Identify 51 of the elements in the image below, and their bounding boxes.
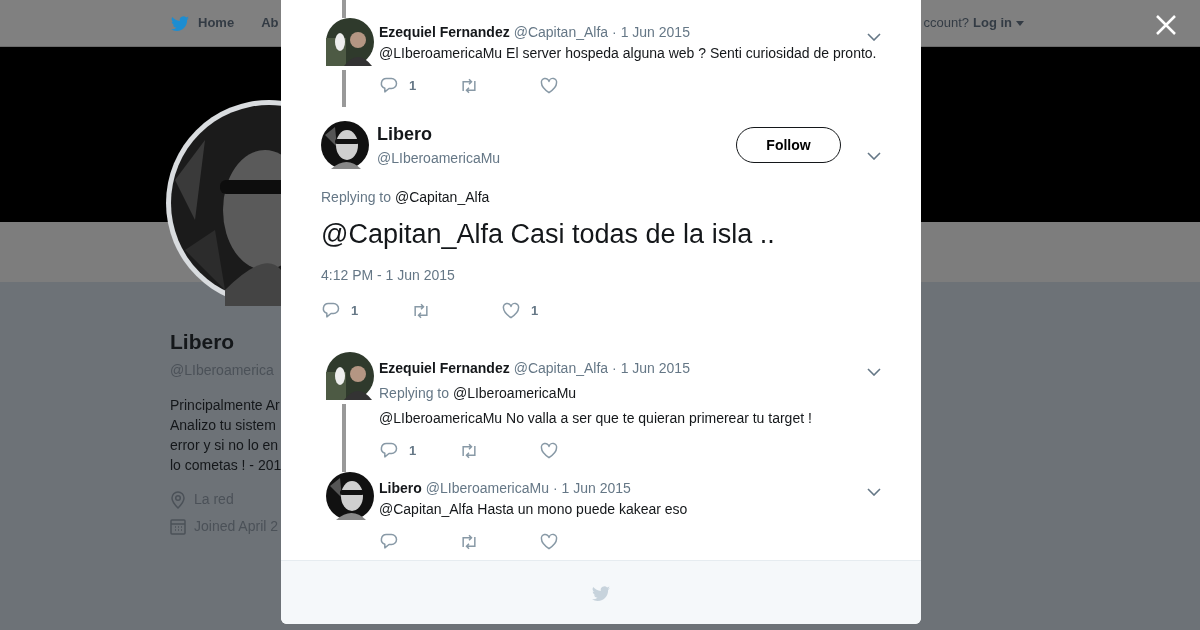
reply-icon <box>379 76 399 96</box>
bio-line: Analizo tu sistem <box>170 416 277 436</box>
bio-line: Principalmente Ar <box>170 396 281 416</box>
home-link[interactable]: Home <box>198 13 235 33</box>
bird-icon <box>170 14 190 32</box>
reply-button[interactable]: 1 <box>379 76 459 96</box>
account-prompt: ccount? <box>923 14 969 33</box>
author-handle: @LIberoamericaMu <box>377 149 501 168</box>
author-name: Libero <box>379 478 422 498</box>
reply-button[interactable]: 1 <box>321 300 411 321</box>
profile-name: Libero <box>170 329 235 355</box>
timestamp: 4:12 PM - 1 Jun 2015 <box>321 265 456 285</box>
login-link[interactable]: Log in <box>973 13 1024 33</box>
like-icon <box>539 531 559 552</box>
close-button[interactable] <box>1154 12 1178 37</box>
tweet-text: @Capitan_Alfa Casi todas de la isla .. <box>321 218 776 251</box>
bio-line: error y si no lo en <box>170 436 280 456</box>
bio-line: lo cometas ! - 201 <box>170 456 282 476</box>
replying-line: Replying to @Capitan_Alfa <box>321 188 491 207</box>
about-link[interactable]: Ab <box>261 13 279 33</box>
author-handle: @Capitan_Alfa <box>513 23 609 42</box>
reply-icon <box>379 531 399 552</box>
caret-icon <box>1016 20 1024 26</box>
like-icon <box>539 76 559 96</box>
location-icon <box>170 490 186 509</box>
like-icon <box>539 440 559 461</box>
chevron-icon <box>867 488 881 497</box>
author-handle: @LIberoamericaMu <box>425 478 549 498</box>
chevron-icon <box>867 368 881 377</box>
reply-icon <box>321 300 341 321</box>
like-icon <box>501 300 521 321</box>
chevron-icon <box>867 32 881 41</box>
follow-button[interactable]: Follow <box>736 127 841 163</box>
tweet-date: · 1 Jun 2015 <box>552 478 631 498</box>
chevron-icon <box>867 151 881 160</box>
author-name: Ezequiel Fernandez <box>379 358 510 378</box>
reply-button[interactable]: 1 <box>379 440 459 461</box>
author-name: Libero <box>377 123 433 146</box>
author-name: Ezequiel Fernandez <box>379 23 510 42</box>
tweet-text: @LIberoamericaMu El server hospeda alguna web ? Senti curiosidad de pronto. <box>379 44 878 63</box>
bird-icon <box>591 583 611 602</box>
like-button[interactable]: 1 <box>501 300 591 321</box>
tweet-date: · 1 Jun 2015 <box>612 358 690 378</box>
tweet-text: @LIberoamericaMu No valla a ser que te quieran primerear tu target ! <box>379 408 813 428</box>
replying-line: Replying to @LIberoamericaMu <box>379 383 578 403</box>
retweet-icon <box>459 76 479 96</box>
tweet-date: · 1 Jun 2015 <box>612 23 690 42</box>
tweet-text: @Capitan_Alfa Hasta un mono puede kakear eso <box>379 499 689 519</box>
author-handle: @Capitan_Alfa <box>513 358 609 378</box>
reply-icon <box>379 440 399 461</box>
calendar-icon <box>170 518 186 535</box>
